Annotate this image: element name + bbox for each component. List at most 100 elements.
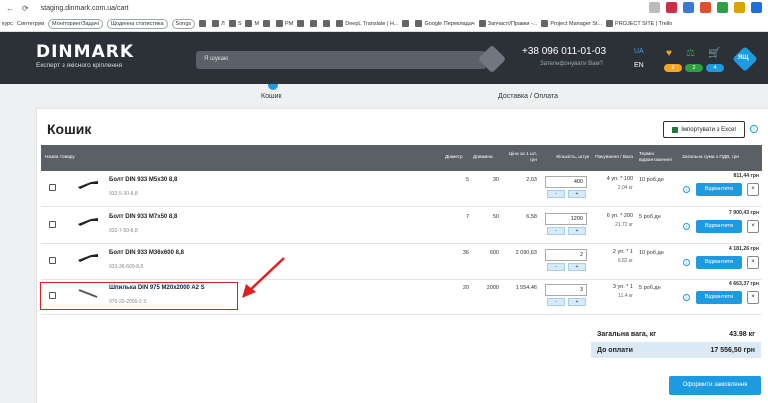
import-excel-button[interactable]: Імпортувати з Excel — [663, 121, 745, 138]
bookmark-icon — [415, 20, 423, 27]
col-price: Ціна за 1 шт, грн — [508, 152, 537, 163]
length-value: 50 — [492, 214, 499, 220]
product-thumbnail[interactable] — [77, 253, 99, 263]
bookmark-item[interactable]: курс — [2, 21, 13, 27]
extension-icon[interactable] — [717, 2, 728, 13]
bookmark-label: Моніторинг/Задачі — [52, 20, 99, 27]
row-total: 4 663,37 грн — [728, 281, 759, 287]
step-cart[interactable]: Кошик — [261, 93, 282, 100]
product-name[interactable]: Болт DIN 933 M36x600 8,8 — [109, 250, 184, 256]
qty-minus-button[interactable]: - — [547, 227, 565, 235]
bookmark-item[interactable]: Project Manager St... — [541, 20, 602, 27]
bookmark-item[interactable]: DeepL Translate | Н... — [336, 20, 398, 27]
info-icon[interactable]: i — [683, 294, 690, 301]
qty-plus-button[interactable]: + — [568, 190, 586, 198]
qty-minus-button[interactable]: - — [547, 263, 565, 271]
quantity-input[interactable]: 2 — [545, 249, 587, 261]
bookmark-item[interactable] — [310, 20, 319, 27]
bookmark-item[interactable]: Запчасті/Правки -... — [478, 20, 537, 27]
diameter-value: 7 — [465, 214, 469, 220]
reload-icon[interactable]: ⟳ — [22, 4, 29, 13]
bookmark-item[interactable]: M — [245, 20, 259, 27]
bookmark-item[interactable] — [297, 20, 306, 27]
qty-plus-button[interactable]: + — [568, 227, 586, 235]
cart-icon[interactable]: 🛒 — [708, 48, 720, 59]
ship-button[interactable]: Відвантити — [696, 220, 742, 233]
product-name[interactable]: Болт DIN 933 M5x30 8,8 — [109, 177, 177, 183]
extension-icon[interactable] — [666, 2, 677, 13]
bookmark-label: Google Перекладач — [424, 20, 475, 27]
row-total: 811,44 грн — [733, 173, 759, 179]
bookmark-item[interactable]: PM — [276, 20, 293, 27]
qty-plus-button[interactable]: + — [568, 298, 586, 306]
total-pay-row: До оплати 17 556,50 грн — [591, 342, 761, 358]
bookmark-label: PM — [285, 20, 294, 27]
qty-plus-button[interactable]: + — [568, 263, 586, 271]
search-input[interactable]: Я шукаю — [196, 51, 486, 69]
bookmark-item[interactable]: Google Перекладач — [415, 20, 475, 27]
bookmark-item[interactable]: S — [228, 20, 241, 27]
qty-minus-button[interactable]: - — [547, 190, 565, 198]
copy-icon[interactable] — [49, 221, 56, 228]
back-icon[interactable]: ← — [6, 4, 14, 13]
bookmark-item[interactable]: Щоденна статистика — [106, 18, 168, 29]
remove-item-button[interactable]: × — [747, 291, 759, 304]
qty-minus-button[interactable]: - — [547, 298, 565, 306]
bookmark-item[interactable]: Моніторинг/Задачі — [48, 18, 103, 29]
bookmark-item[interactable] — [263, 20, 272, 27]
info-icon[interactable]: i — [683, 259, 690, 266]
bookmark-icon — [478, 20, 486, 27]
bookmark-icon — [336, 20, 344, 27]
product-name[interactable]: Болт DIN 933 M7x50 8,8 — [109, 214, 177, 220]
quantity-input[interactable]: 1200 — [545, 213, 587, 225]
bookmark-item[interactable] — [199, 20, 208, 27]
bookmark-item[interactable]: Л — [212, 20, 225, 27]
ship-button[interactable]: Відвантити — [696, 183, 742, 196]
total-weight-label: Загальна вага, кг — [597, 330, 657, 338]
bookmark-label: Songs — [175, 20, 192, 27]
bookmark-item[interactable] — [323, 20, 332, 27]
site-logo[interactable]: DINMARK — [36, 42, 134, 62]
length-value: 30 — [492, 177, 499, 183]
pack-value: 6 уп. * 200 — [606, 213, 633, 219]
ship-button[interactable]: Відвантити — [696, 291, 742, 304]
extension-icon[interactable] — [751, 2, 762, 13]
step-delivery-payment[interactable]: Доставка / Оплата — [498, 93, 558, 100]
quantity-input[interactable]: 3 — [545, 284, 587, 296]
remove-item-button[interactable]: × — [747, 183, 759, 196]
info-icon[interactable]: i — [683, 186, 690, 193]
remove-item-button[interactable]: × — [747, 256, 759, 269]
table-header: Назва товару Діаметр Довжина Ціна за 1 ш… — [41, 145, 762, 171]
page-title: Кошик — [47, 121, 92, 137]
product-thumbnail[interactable] — [77, 180, 99, 190]
callback-link[interactable]: Зателефонувати Вам? — [540, 61, 603, 67]
product-sku: 933-5-30-8,8 — [109, 191, 138, 197]
url-field[interactable]: staging.dinmark.com.ua/cart — [41, 5, 129, 12]
bookmark-icon — [276, 20, 284, 27]
bookmark-label: M — [254, 20, 260, 27]
bookmark-item[interactable]: Songs — [171, 18, 196, 29]
ship-button[interactable]: Відвантити — [696, 256, 742, 269]
pack-value: 3 уп. * 1 — [612, 284, 633, 290]
extension-icon[interactable] — [700, 2, 711, 13]
quantity-input[interactable]: 400 — [545, 176, 587, 188]
bookmark-item[interactable] — [402, 20, 411, 27]
extension-icon[interactable] — [649, 2, 660, 13]
bookmark-item[interactable]: Синтегрум — [17, 21, 44, 27]
checkout-button[interactable]: Оформити замовлення — [669, 376, 761, 395]
lang-ua[interactable]: UA — [634, 48, 644, 55]
checkout-steps: Кошик Доставка / Оплата — [0, 84, 768, 110]
phone-number[interactable]: +38 096 011-01-03 — [522, 46, 606, 57]
extension-icon[interactable] — [683, 2, 694, 13]
lang-en[interactable]: EN — [634, 62, 644, 69]
info-icon[interactable]: i — [750, 125, 758, 133]
product-thumbnail[interactable] — [77, 217, 99, 227]
copy-icon[interactable] — [49, 257, 56, 264]
copy-icon[interactable] — [49, 184, 56, 191]
remove-item-button[interactable]: × — [747, 220, 759, 233]
bookmark-item[interactable]: PROJECT SITE | Trello — [606, 20, 672, 27]
extension-icon[interactable] — [734, 2, 745, 13]
info-icon[interactable]: i — [683, 223, 690, 230]
compare-icon[interactable]: ⚖ — [686, 48, 695, 59]
favorites-icon[interactable]: ♥ — [666, 48, 672, 59]
